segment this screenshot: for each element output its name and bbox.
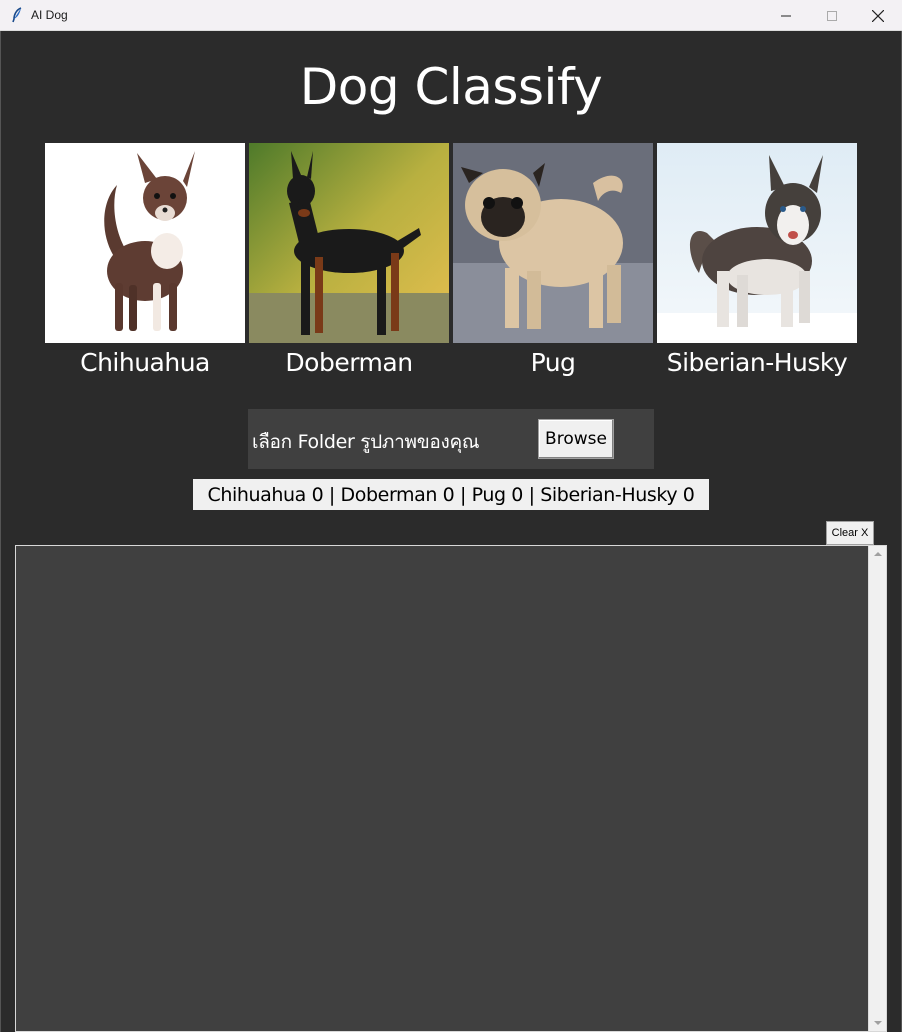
window-title: AI Dog [31, 8, 68, 22]
minimize-button[interactable] [763, 0, 809, 31]
breed-card-pug: Pug [453, 143, 653, 377]
classification-counts: Chihuahua 0 | Doberman 0 | Pug 0 | Siber… [193, 479, 709, 510]
maximize-button[interactable] [809, 0, 855, 31]
folder-label: เลือก Folder รูปภาพของคุณ [252, 431, 480, 453]
page-title: Dog Classify [299, 58, 603, 116]
pug-image [453, 143, 653, 343]
close-icon [872, 9, 884, 22]
output-textarea[interactable] [15, 545, 887, 1032]
chihuahua-image [45, 143, 245, 343]
close-button[interactable] [855, 0, 901, 31]
doberman-image [249, 143, 449, 343]
browse-button[interactable]: Browse [538, 419, 614, 459]
minimize-icon [781, 15, 791, 16]
feather-icon [11, 7, 23, 23]
folder-chooser: เลือก Folder รูปภาพของคุณ Browse [248, 409, 654, 469]
breed-label: Siberian-Husky [666, 348, 848, 377]
breed-card-doberman: Doberman [249, 143, 449, 377]
scroll-up-icon[interactable] [873, 549, 883, 559]
siberian-husky-image [657, 143, 857, 343]
breed-card-chihuahua: Chihuahua [45, 143, 245, 377]
maximize-icon [827, 10, 837, 21]
clear-button[interactable]: Clear X [826, 521, 874, 545]
breed-card-siberian-husky: Siberian-Husky [657, 143, 857, 377]
scroll-down-icon[interactable] [873, 1018, 883, 1028]
output-scrollbar[interactable] [868, 546, 886, 1031]
window-titlebar: AI Dog [0, 0, 902, 31]
